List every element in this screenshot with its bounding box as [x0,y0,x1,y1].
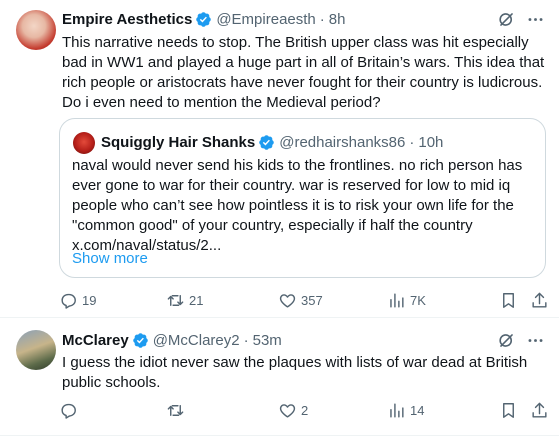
avatar[interactable] [16,10,56,50]
tweet-header: Empire Aesthetics @Empireaesth · 8h [62,9,345,29]
verified-badge-icon [132,332,148,348]
separator-dot: · [243,331,249,349]
grok-icon[interactable] [497,331,516,350]
tweet-text: I guess the idiot never saw the plaques … [62,354,528,391]
quote-text: naval would never send his kids to the f… [72,157,523,254]
retweet-icon [167,295,184,306]
more-icon[interactable] [526,10,545,29]
separator-dot: · [319,10,325,28]
action-bar: 2 14 [59,401,547,421]
author-handle[interactable]: @McClarey2 [153,332,240,349]
views-icon [390,293,404,308]
quote-header: Squiggly Hair Shanks @redhairshanks86 · … [101,131,443,153]
reply-count: 19 [82,293,97,308]
share-button[interactable] [530,291,549,310]
like-button[interactable]: 357 [278,291,323,310]
avatar[interactable] [16,330,56,370]
views-count: 14 [410,403,425,418]
like-count: 2 [301,403,309,418]
like-count: 357 [301,293,323,308]
timestamp[interactable]: 8h [329,11,346,28]
bookmark-icon [503,293,514,308]
share-button[interactable] [530,401,549,420]
verified-badge-icon [259,134,274,150]
grok-icon[interactable] [497,10,516,29]
reply-button[interactable] [59,401,82,420]
like-icon [279,294,296,308]
quote-avatar[interactable] [73,132,95,154]
like-icon [279,404,296,418]
reply-button[interactable]: 19 [59,291,96,310]
verified-badge-icon [196,11,212,27]
like-button[interactable]: 2 [278,401,308,420]
author-name[interactable]: McClarey [62,332,129,349]
tweet[interactable]: McClarey @McClarey2 · 53m I guess the id… [0,318,559,436]
share-icon [532,402,547,418]
quote-author-name[interactable]: Squiggly Hair Shanks [101,134,255,151]
retweet-count: 21 [189,293,204,308]
views-button[interactable]: 14 [387,401,424,420]
retweet-button[interactable] [166,401,189,420]
timestamp[interactable]: 53m [253,332,282,349]
share-icon [532,292,547,308]
quoted-tweet[interactable]: Squiggly Hair Shanks @redhairshanks86 · … [59,118,546,278]
reply-icon [61,403,76,419]
tweet-header: McClarey @McClarey2 · 53m [62,330,282,350]
bookmark-button[interactable] [499,291,518,310]
separator-dot: · [409,133,415,151]
views-count: 7K [410,293,426,308]
author-handle[interactable]: @Empireaesth [216,11,315,28]
quote-timestamp[interactable]: 10h [418,134,443,151]
tweet[interactable]: Empire Aesthetics @Empireaesth · 8h This… [0,0,559,318]
show-more-link[interactable]: Show more [72,250,148,267]
views-button[interactable]: 7K [387,291,426,310]
retweet-icon [167,405,184,416]
bookmark-icon [503,403,514,418]
quote-author-handle[interactable]: @redhairshanks86 [279,134,405,151]
bookmark-button[interactable] [499,401,518,420]
retweet-button[interactable]: 21 [166,291,203,310]
action-bar: 19 21 357 7K [59,291,547,311]
tweet-text: This narrative needs to stop. The Britis… [62,34,545,111]
views-icon [390,403,404,418]
reply-icon [61,293,76,309]
more-icon[interactable] [526,331,545,350]
author-name[interactable]: Empire Aesthetics [62,11,192,28]
